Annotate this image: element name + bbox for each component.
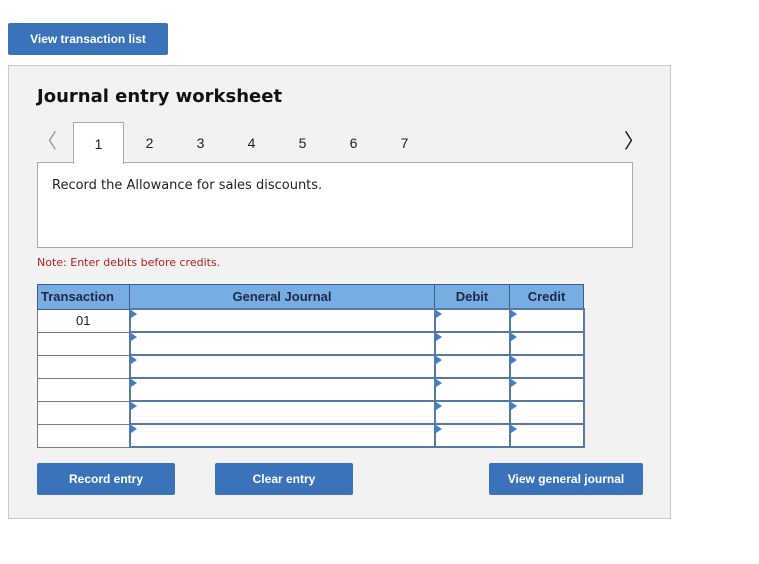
account-cell[interactable] [128,377,436,402]
account-cell[interactable] [128,400,436,425]
transaction-cell [37,354,130,379]
debit-input[interactable] [435,333,509,354]
input-indicator-icon [510,333,517,341]
table-row [37,400,585,425]
dropdown-indicator-icon [130,402,137,410]
account-input[interactable] [130,356,434,377]
input-indicator-icon [435,402,442,410]
account-cell[interactable] [128,423,436,448]
input-indicator-icon [435,425,442,433]
account-input[interactable] [130,333,434,354]
debit-input[interactable] [435,379,509,400]
debit-input[interactable] [435,310,509,331]
transaction-cell [37,423,130,448]
credit-cell[interactable] [508,423,585,448]
header-general-journal: General Journal [129,284,435,310]
input-indicator-icon [510,356,517,364]
account-input[interactable] [130,310,434,331]
account-input[interactable] [130,379,434,400]
credit-input[interactable] [510,425,583,446]
credit-cell[interactable] [508,400,585,425]
record-entry-button[interactable]: Record entry [37,463,175,495]
debit-cell[interactable] [433,331,511,356]
view-general-journal-button[interactable]: View general journal [489,463,643,495]
dropdown-indicator-icon [130,425,137,433]
input-indicator-icon [510,310,517,318]
account-input[interactable] [130,402,434,423]
credit-input[interactable] [510,402,583,423]
journal-entry-worksheet-panel: Journal entry worksheet 〈 1 2 3 4 5 6 7 … [8,65,671,519]
input-indicator-icon [435,356,442,364]
chevron-right-icon[interactable]: 〉 [624,125,644,154]
tab-6[interactable]: 6 [328,122,379,163]
table-row [37,423,585,448]
instruction-text: Record the Allowance for sales discounts… [52,178,323,193]
credit-cell[interactable] [508,354,585,379]
header-debit: Debit [434,284,510,310]
input-indicator-icon [510,402,517,410]
dropdown-indicator-icon [130,333,137,341]
credit-input[interactable] [510,356,583,377]
credit-input[interactable] [510,333,583,354]
instruction-box: Record the Allowance for sales discounts… [37,162,633,248]
worksheet-tabs: 1 2 3 4 5 6 7 [73,122,430,164]
account-cell[interactable] [128,331,436,356]
credit-input[interactable] [510,310,583,331]
debit-input[interactable] [435,402,509,423]
table-row: 01 [37,308,585,333]
header-transaction: Transaction [37,284,130,310]
credit-input[interactable] [510,379,583,400]
tab-5[interactable]: 5 [277,122,328,163]
debit-input[interactable] [435,425,509,446]
debit-cell[interactable] [433,308,511,333]
table-row [37,331,585,356]
input-indicator-icon [435,310,442,318]
account-cell[interactable] [128,354,436,379]
tab-2[interactable]: 2 [124,122,175,163]
debit-cell[interactable] [433,377,511,402]
credit-cell[interactable] [508,308,585,333]
header-credit: Credit [509,284,584,310]
dropdown-indicator-icon [130,356,137,364]
input-indicator-icon [510,425,517,433]
debit-cell[interactable] [433,354,511,379]
debit-cell[interactable] [433,400,511,425]
transaction-cell [37,377,130,402]
account-cell[interactable] [128,308,436,333]
table-row [37,354,585,379]
transaction-cell [37,400,130,425]
input-indicator-icon [435,379,442,387]
dropdown-indicator-icon [130,310,137,318]
tab-1[interactable]: 1 [73,122,124,164]
dropdown-indicator-icon [130,379,137,387]
debit-input[interactable] [435,356,509,377]
journal-table: Transaction General Journal Debit Credit… [37,284,585,448]
tab-7[interactable]: 7 [379,122,430,163]
clear-entry-button[interactable]: Clear entry [215,463,353,495]
note-text: Note: Enter debits before credits. [37,256,221,269]
chevron-left-icon[interactable]: 〈 [37,125,57,154]
table-header-row: Transaction General Journal Debit Credit [37,284,584,310]
tab-3[interactable]: 3 [175,122,226,163]
table-row [37,377,585,402]
input-indicator-icon [435,333,442,341]
tab-4[interactable]: 4 [226,122,277,163]
transaction-cell [37,331,130,356]
view-transaction-list-button[interactable]: View transaction list [8,23,168,55]
credit-cell[interactable] [508,377,585,402]
credit-cell[interactable] [508,331,585,356]
debit-cell[interactable] [433,423,511,448]
account-input[interactable] [130,425,434,446]
input-indicator-icon [510,379,517,387]
transaction-cell: 01 [37,308,130,333]
worksheet-title: Journal entry worksheet [37,86,283,107]
